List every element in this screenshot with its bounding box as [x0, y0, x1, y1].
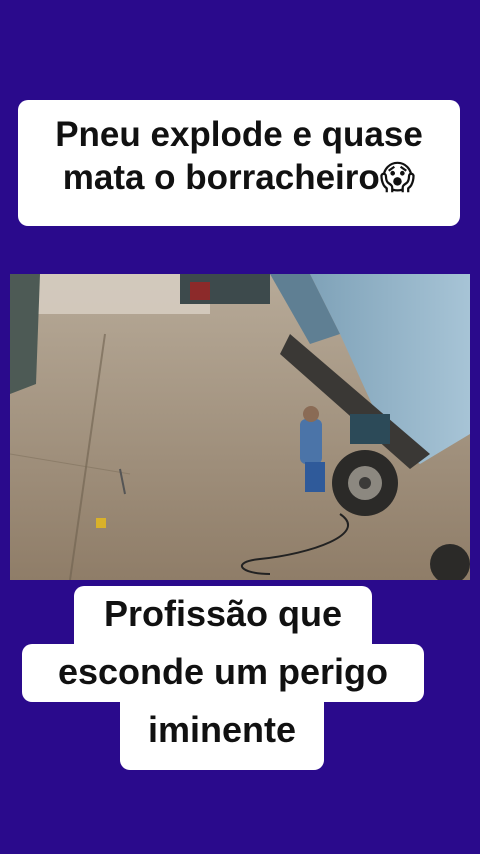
bottom-caption-line-3: iminente	[120, 702, 324, 770]
top-caption-box: Pneu explode e quase mata o borracheiro😱	[18, 100, 460, 226]
top-caption-line-2: mata o borracheiro	[62, 157, 380, 197]
scream-face-emoji-icon: 😱	[379, 157, 416, 198]
cctv-scene-image	[10, 274, 470, 580]
bottom-caption-line-1: Profissão que	[74, 586, 372, 644]
bottom-caption-line-2: esconde um perigo	[22, 644, 424, 702]
top-caption-line-1: Pneu explode e quase	[55, 115, 423, 154]
video-frame[interactable]	[10, 274, 470, 580]
top-caption-line-2-wrap: mata o borracheiro😱	[18, 157, 460, 200]
